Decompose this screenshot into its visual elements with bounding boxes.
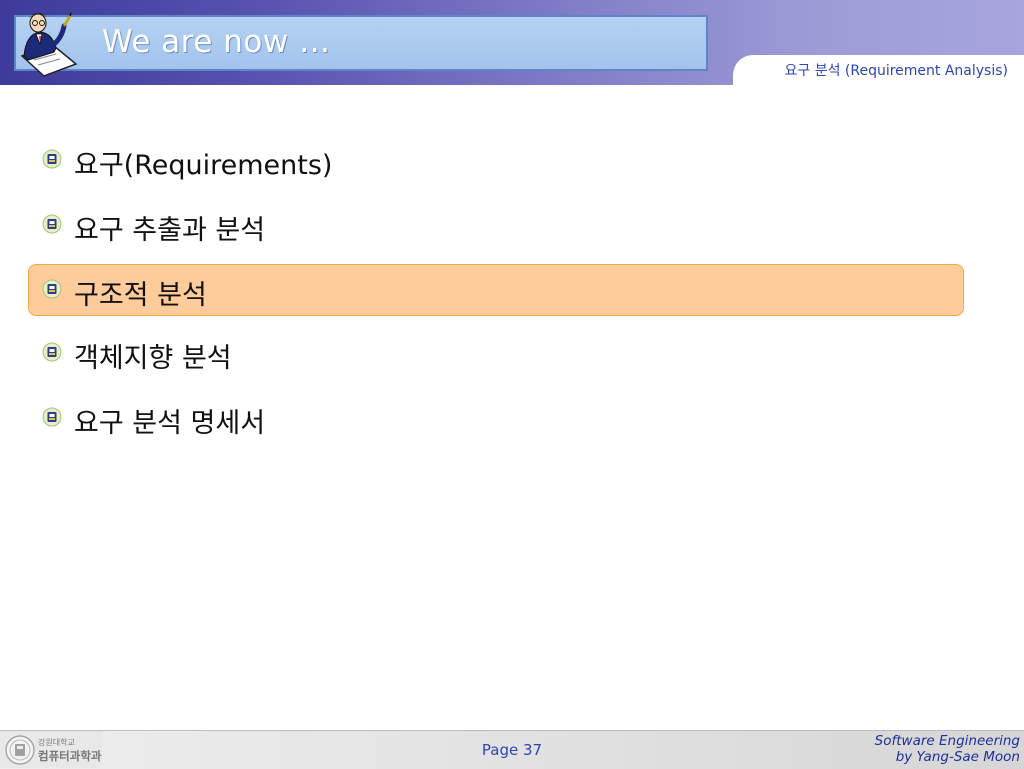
bullet-item-requirements: 요구(Requirements)	[28, 133, 964, 185]
bullet-label: 요구 추출과 분석	[74, 215, 266, 246]
university-seal-bullet-icon	[42, 342, 62, 362]
page-number: Page 37	[481, 741, 543, 759]
author-name: by Yang-Sae Moon	[895, 749, 1020, 765]
bullet-item-specification: 요구 분석 명세서	[28, 391, 964, 443]
university-seal-bullet-icon	[42, 407, 62, 427]
footer-credit: Software Engineering by Yang-Sae Moon	[875, 733, 1020, 765]
university-seal-bullet-icon	[42, 149, 62, 169]
bullet-label: 객체지향 분석	[74, 343, 232, 374]
section-label: 요구 분석 (Requirement Analysis)	[784, 63, 1008, 79]
bullet-label: 구조적 분석	[74, 280, 207, 311]
bullet-item-elicitation: 요구 추출과 분석	[28, 198, 964, 250]
university-seal-bullet-icon	[42, 279, 62, 299]
bullet-item-oo-analysis: 객체지향 분석	[28, 326, 964, 378]
course-name: Software Engineering	[874, 733, 1020, 749]
slide-title: We are now …	[102, 24, 331, 60]
bullet-item-structured-analysis: 구조적 분석	[28, 264, 964, 316]
bullet-label: 요구(Requirements)	[74, 150, 333, 181]
teacher-writing-icon	[20, 12, 78, 77]
bullet-label: 요구 분석 명세서	[74, 408, 266, 439]
university-seal-bullet-icon	[42, 214, 62, 234]
